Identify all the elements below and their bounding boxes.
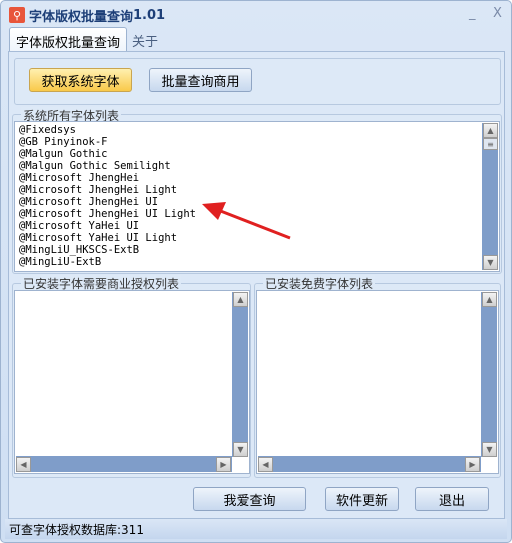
- arrow-line: [217, 208, 291, 240]
- annotation-arrow: [202, 202, 291, 240]
